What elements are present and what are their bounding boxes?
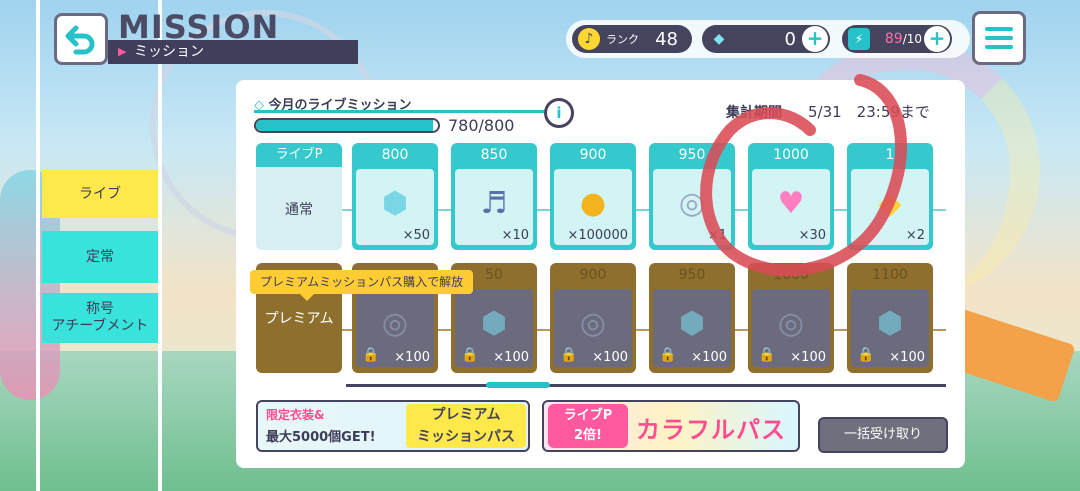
menu-button[interactable] [972, 11, 1026, 65]
crystal-icon: ⬢ [876, 305, 904, 341]
premium-pass-banner[interactable]: 限定衣装& 最大5000個GET! プレミアム ミッションパス [256, 400, 530, 452]
reward-quantity: ×100 [790, 350, 826, 365]
add-gems-button[interactable]: + [802, 26, 828, 52]
page-subtitle: ミッション [108, 40, 358, 64]
scroll-thumb[interactable] [486, 382, 550, 388]
rank-value: 48 [655, 28, 678, 50]
normal-reward-cell[interactable]: 850 ♬ ×10 [451, 143, 537, 250]
reward-item-box: ⬢ 🔒 ×100 [653, 289, 731, 367]
reward-column: 800 ⬢ ×50 ◎ 🔒 ×100 [352, 143, 438, 383]
reward-points: 900 [579, 147, 607, 163]
frame-rail [36, 0, 40, 491]
coin-icon: ● [579, 185, 607, 221]
reward-quantity: ×100 [394, 350, 430, 365]
normal-row-label: 通常 [285, 201, 313, 218]
premium-reward-cell[interactable]: 900 ◎ 🔒 ×100 [550, 263, 636, 373]
reward-item-box: ◎ 🔒 ×100 [752, 289, 830, 367]
red-circle-annotation [700, 74, 907, 277]
rank-label: ランク [606, 33, 639, 46]
premium-unlock-tip: プレミアムミッションパス購入で解放 [250, 270, 474, 301]
menu-icon [985, 27, 1013, 31]
rank-pill: ♪ ランク 48 [572, 25, 692, 53]
live-points-header: ライブP [256, 143, 342, 167]
reward-quantity: ×100 [592, 350, 628, 365]
premium-banner-title: プレミアム ミッションパス [406, 404, 526, 448]
premium-banner-line1: 限定衣装& [266, 408, 325, 422]
frame-rail [158, 0, 162, 491]
gem-icon: ◆ [713, 31, 725, 47]
reward-quantity: ×100 [691, 350, 727, 365]
add-energy-button[interactable]: + [924, 26, 950, 52]
gem-count: 0 [784, 28, 796, 50]
lock-icon: 🔒 [560, 347, 578, 363]
colorful-pass-banner[interactable]: ライブP 2倍! カラフルパス [542, 400, 800, 452]
back-button[interactable] [54, 13, 108, 65]
colorful-banner-title: カラフルパス [636, 416, 786, 444]
energy-current: 89 [884, 31, 903, 47]
reward-quantity: ×100 [889, 350, 925, 365]
reward-quantity: ×50 [402, 228, 430, 243]
reward-item-box: ● ×100000 [554, 169, 632, 245]
nav-tab-achievement[interactable]: 称号 アチーブメント [42, 293, 158, 343]
disc-icon: ◎ [381, 305, 409, 341]
mission-progress-bar [254, 118, 440, 133]
claim-all-button[interactable]: 一括受け取り [818, 417, 948, 453]
reward-points: 850 [480, 147, 508, 163]
progress-fill [256, 120, 434, 131]
reward-item-box: ◎ 🔒 ×100 [356, 289, 434, 367]
reward-points: 900 [579, 267, 607, 283]
normal-reward-cell[interactable]: 900 ● ×100000 [550, 143, 636, 250]
reward-points: 800 [381, 147, 409, 163]
reward-quantity: ×10 [501, 228, 529, 243]
title-underline [254, 110, 544, 113]
page-header: MISSION ミッション [108, 8, 358, 64]
lock-icon: 🔒 [461, 347, 479, 363]
lock-icon: 🔒 [659, 347, 677, 363]
normal-row-header: ライブP 通常 [256, 143, 342, 250]
music-note-icon: ♪ [578, 28, 600, 50]
back-arrow-icon [65, 25, 95, 55]
energy-icon: ⚡ [848, 28, 870, 50]
progress-text: 780/800 [448, 116, 515, 135]
reward-item-box: ⬢ 🔒 ×100 [851, 289, 929, 367]
info-button[interactable]: i [544, 98, 574, 128]
lock-icon: 🔒 [857, 347, 875, 363]
premium-banner-line2: 最大5000個GET! [266, 430, 376, 445]
colorful-banner-badge: ライブP 2倍! [548, 404, 628, 448]
reward-column: 850 ♬ ×10 50 ⬢ 🔒 ×100 [451, 143, 537, 383]
reward-quantity: ×100000 [567, 228, 628, 243]
energy-max: /10 [902, 32, 922, 46]
reward-item-box: ◎ 🔒 ×100 [554, 289, 632, 367]
score-sheet-icon: ♬ [480, 185, 508, 221]
reward-item-box: ⬢ 🔒 ×100 [455, 289, 533, 367]
horizontal-scrollbar[interactable] [346, 384, 946, 387]
disc-icon: ◎ [777, 305, 805, 341]
crystal-icon: ⬢ [381, 185, 409, 221]
nav-tab-live[interactable]: ライブ [42, 170, 158, 218]
disc-icon: ◎ [579, 305, 607, 341]
normal-reward-cell[interactable]: 800 ⬢ ×50 [352, 143, 438, 250]
reward-item-box: ♬ ×10 [455, 169, 533, 245]
nav-tab-regular[interactable]: 定常 [42, 231, 158, 283]
reward-item-box: ⬢ ×50 [356, 169, 434, 245]
reward-column: 900 ● ×100000 900 ◎ 🔒 ×100 [550, 143, 636, 383]
crystal-icon: ⬢ [480, 305, 508, 341]
lock-icon: 🔒 [758, 347, 776, 363]
lock-icon: 🔒 [362, 347, 380, 363]
crystal-icon: ⬢ [678, 305, 706, 341]
reward-quantity: ×100 [493, 350, 529, 365]
